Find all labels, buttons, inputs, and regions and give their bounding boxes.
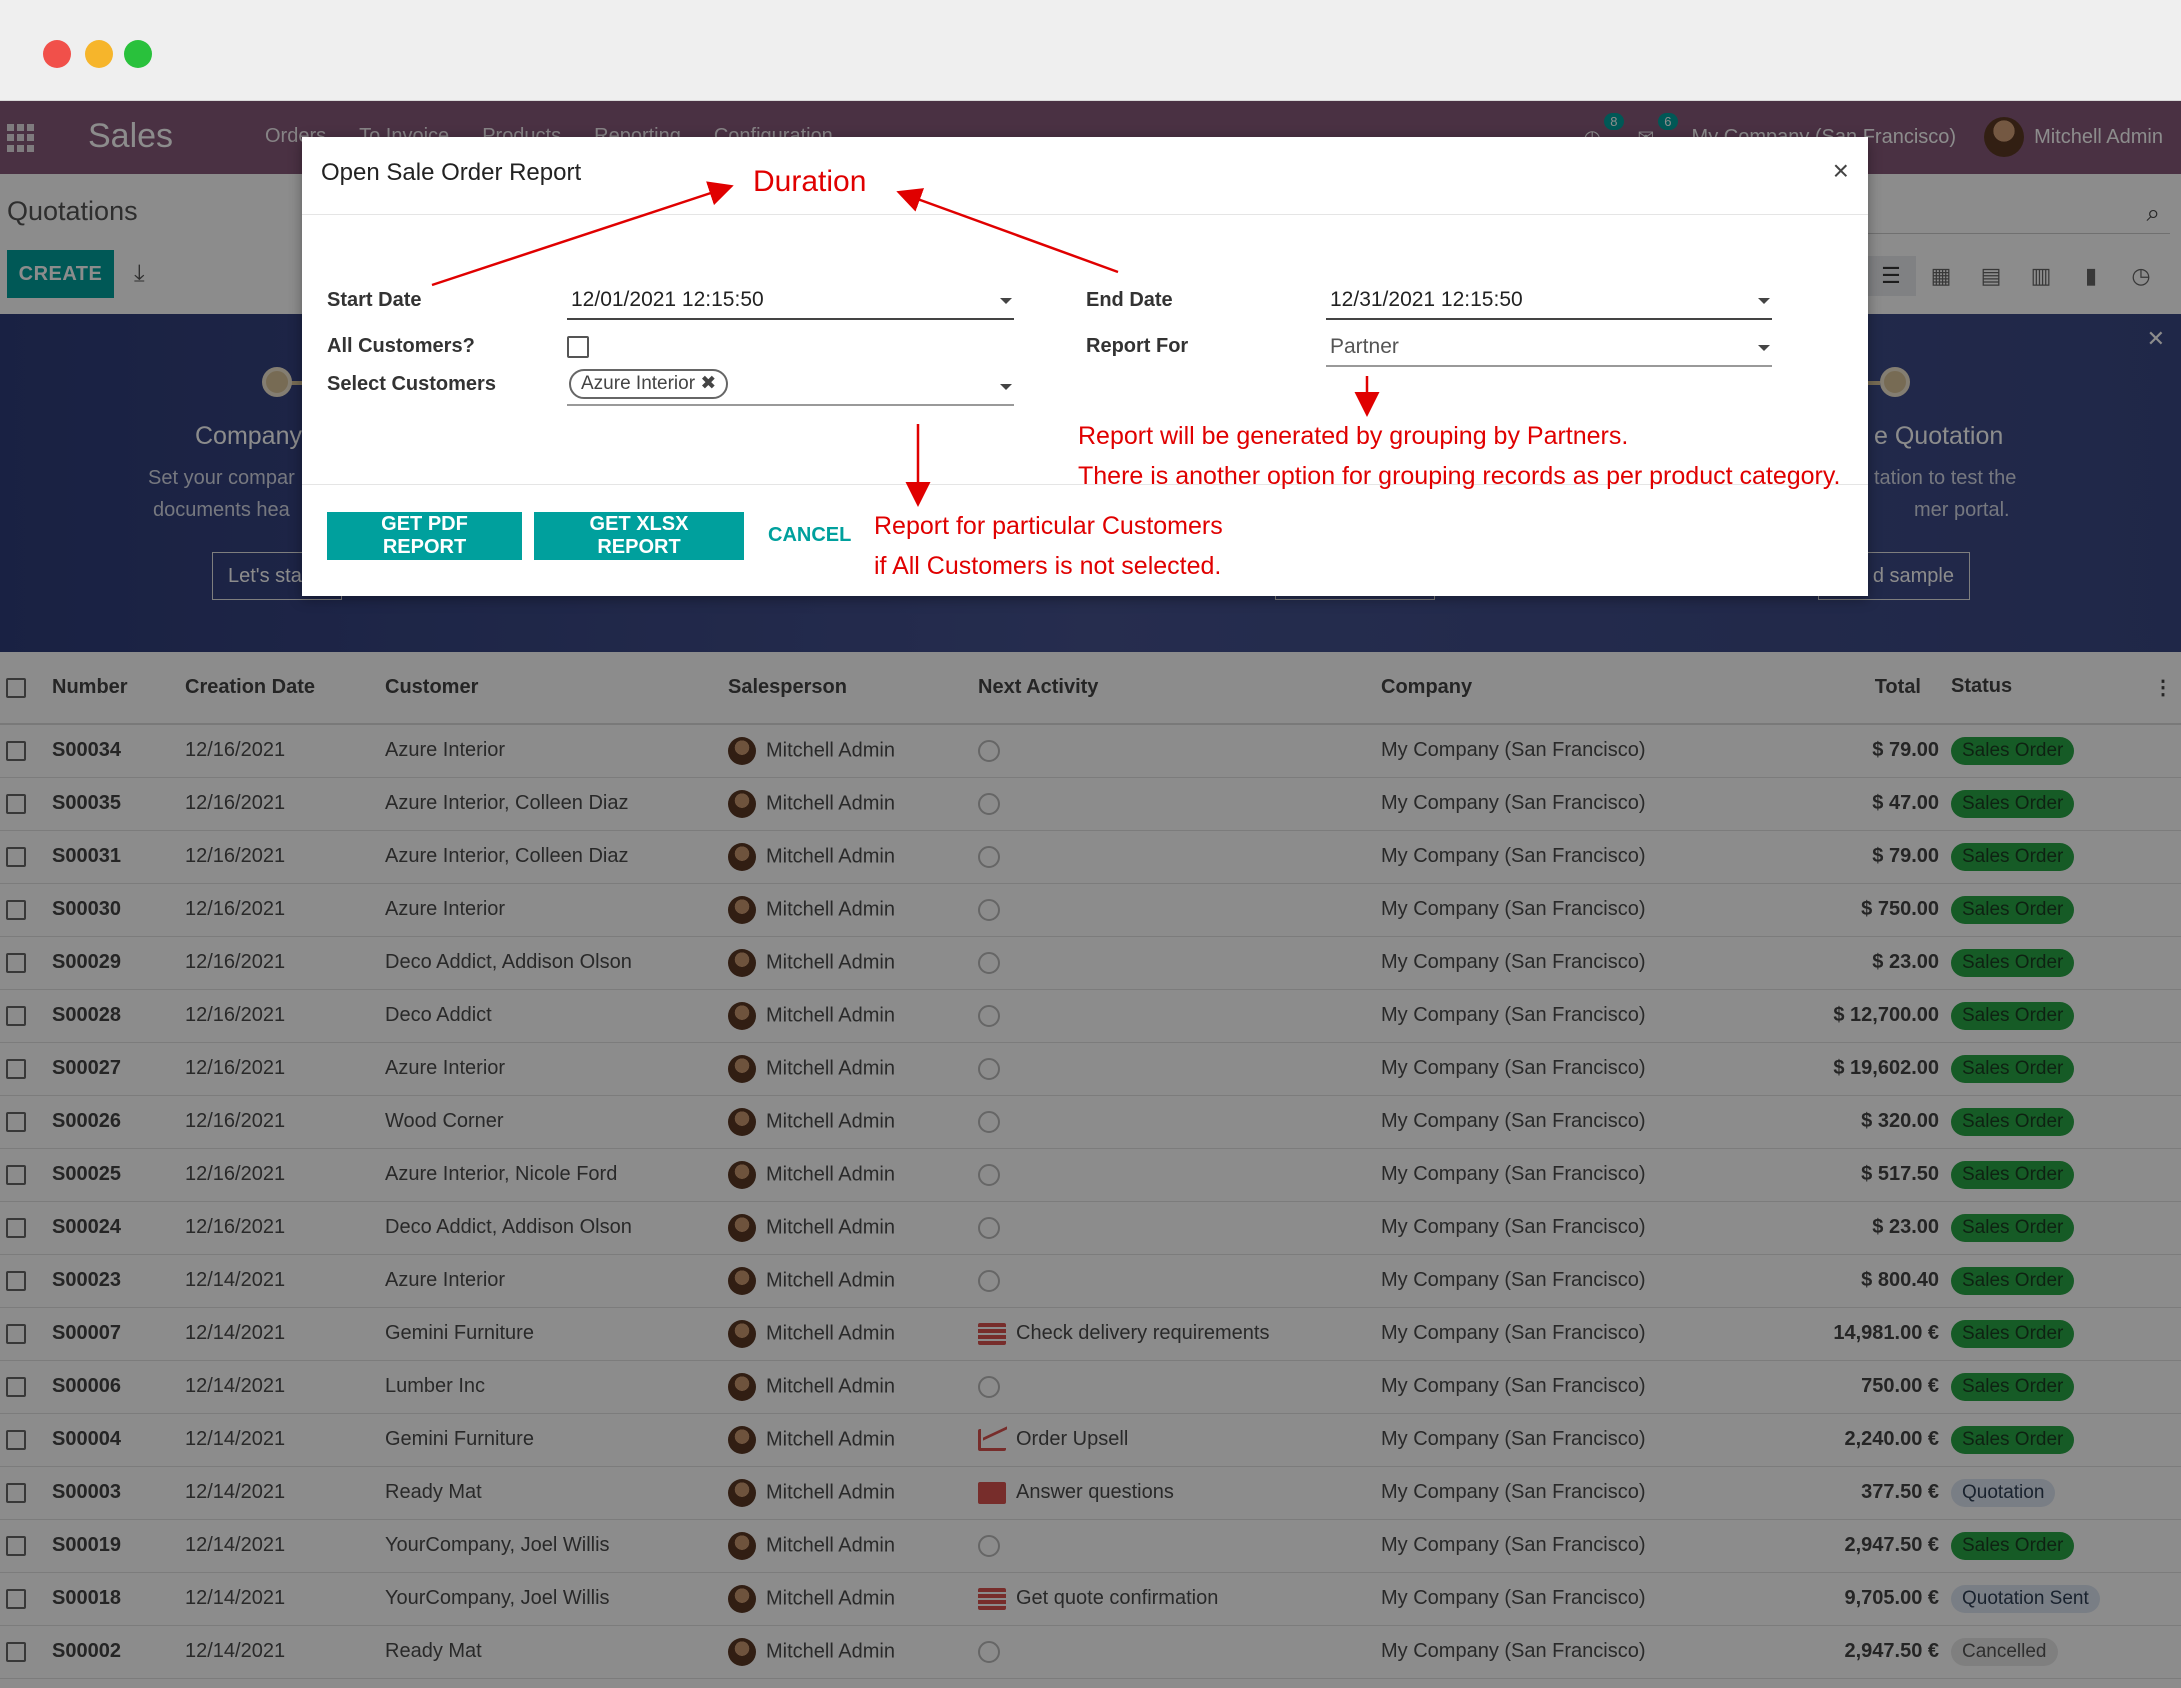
annotation-duration: Duration [753,165,867,198]
dialog-header: Open Sale Order Report × [302,137,1868,215]
start-date-field[interactable]: 12/01/2021 12:15:50 [567,282,1014,320]
customer-tag-label: Azure Interior [581,373,696,394]
chevron-down-icon [1000,298,1012,304]
annotation-partner-line-1: Report will be generated by grouping by … [1078,422,1629,450]
annotation-partner-line-2: There is another option for grouping rec… [1078,462,1841,490]
get-xlsx-report-button[interactable]: GET XLSX REPORT [534,512,744,560]
start-date-value: 12/01/2021 12:15:50 [571,288,764,311]
end-date-value: 12/31/2021 12:15:50 [1330,288,1523,311]
report-for-select[interactable]: Partner [1326,329,1772,367]
chevron-down-icon [1758,345,1770,351]
end-date-label: End Date [1086,289,1173,311]
report-for-value: Partner [1330,335,1399,358]
report-for-label: Report For [1086,335,1189,357]
customer-tag: Azure Interior ✖ [569,369,729,399]
get-pdf-report-button[interactable]: GET PDF REPORT [327,512,522,560]
maximize-window-button[interactable] [124,40,152,68]
dialog-title: Open Sale Order Report [321,159,582,186]
close-window-button[interactable] [43,40,71,68]
all-customers-checkbox[interactable] [567,336,589,358]
chevron-down-icon [1758,298,1770,304]
cancel-button[interactable]: CANCEL [768,524,851,547]
select-customers-field[interactable]: Azure Interior ✖ [567,368,1014,406]
start-date-label: Start Date [327,289,422,311]
window-titlebar [0,0,2181,101]
remove-tag-icon[interactable]: ✖ [700,373,716,394]
all-customers-label: All Customers? [327,335,475,357]
select-customers-label: Select Customers [327,373,496,395]
dialog-close-button[interactable]: × [1833,155,1849,187]
end-date-field[interactable]: 12/31/2021 12:15:50 [1326,282,1772,320]
annotation-customers-line-1: Report for particular Customers [874,512,1223,540]
chevron-down-icon [1000,384,1012,390]
minimize-window-button[interactable] [85,40,113,68]
annotation-customers-line-2: if All Customers is not selected. [874,552,1222,580]
